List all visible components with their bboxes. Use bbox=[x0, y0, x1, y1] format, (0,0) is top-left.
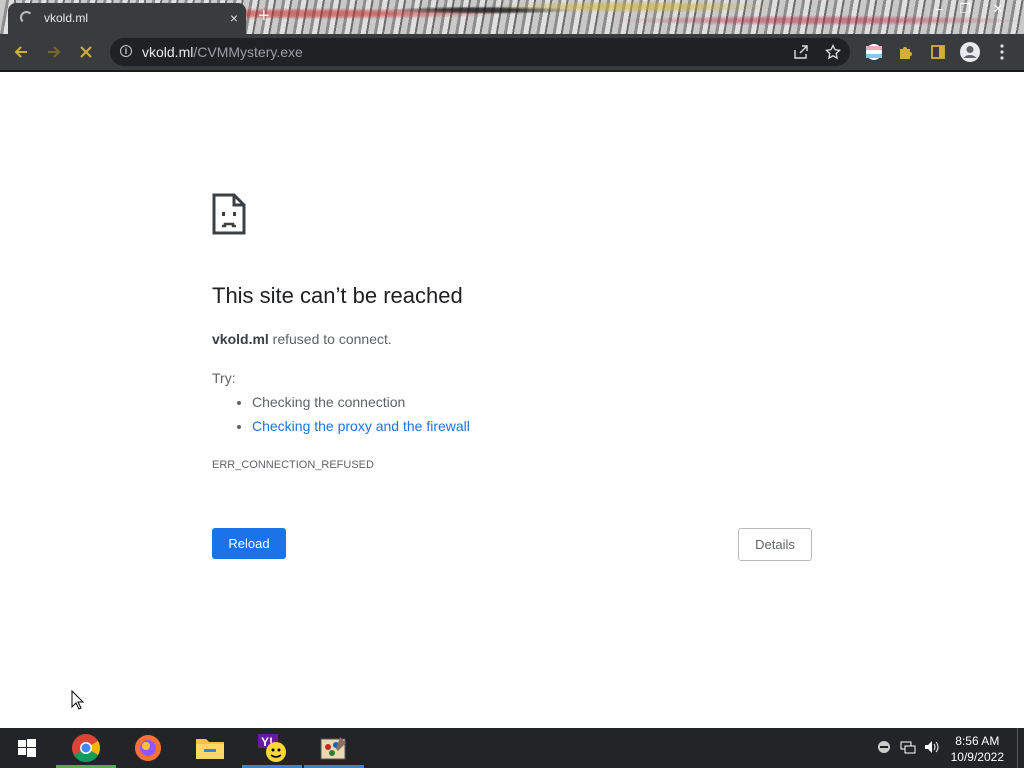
suggestion-item: Checking the proxy and the firewall bbox=[252, 414, 470, 438]
side-panel-icon bbox=[931, 45, 945, 59]
try-label: Try: bbox=[212, 370, 236, 386]
share-button[interactable] bbox=[790, 41, 812, 63]
restore-button[interactable]: ❐ bbox=[950, 0, 980, 18]
taskbar-file-explorer[interactable] bbox=[180, 728, 240, 768]
flag-extension-icon bbox=[866, 44, 882, 60]
browser-toolbar: i vkold.ml/CVMMystery.exe bbox=[0, 34, 1024, 70]
share-icon bbox=[794, 45, 808, 59]
show-desktop-button[interactable] bbox=[1017, 728, 1024, 768]
mouse-pointer-icon bbox=[71, 690, 85, 710]
start-icon bbox=[18, 739, 36, 757]
back-arrow-icon bbox=[14, 46, 27, 58]
paint-app-icon bbox=[320, 737, 346, 760]
url-path: /CVMMystery.exe bbox=[193, 44, 303, 60]
forward-arrow-icon bbox=[48, 46, 61, 58]
file-explorer-icon bbox=[196, 739, 224, 759]
firefox-icon bbox=[135, 735, 161, 761]
tab-title: vkold.ml bbox=[44, 11, 89, 25]
chrome-icon bbox=[72, 734, 100, 762]
taskbar-chrome[interactable] bbox=[56, 728, 116, 768]
profile-flag-button[interactable] bbox=[863, 41, 885, 63]
puzzle-icon bbox=[900, 47, 912, 59]
yahoo-messenger-icon: Y! bbox=[258, 734, 286, 762]
stop-loading-button[interactable] bbox=[75, 41, 97, 63]
taskbar: Y! 8:56 AM 10/9/2022 bbox=[0, 728, 1024, 768]
sad-document-icon bbox=[212, 193, 246, 235]
error-heading: This site can’t be reached bbox=[212, 283, 463, 308]
clock-date: 10/9/2022 bbox=[950, 750, 1004, 764]
address-bar[interactable]: i vkold.ml/CVMMystery.exe bbox=[110, 38, 850, 66]
taskbar-paint-app[interactable] bbox=[304, 728, 364, 768]
menu-button[interactable] bbox=[991, 41, 1013, 63]
details-button[interactable]: Details bbox=[738, 528, 812, 561]
window-close-button[interactable]: ✕ bbox=[983, 0, 1013, 18]
error-host: vkold.ml bbox=[212, 331, 269, 347]
system-clock[interactable]: 8:56 AM 10/9/2022 bbox=[951, 733, 1004, 765]
close-x-icon bbox=[80, 46, 92, 58]
tab-close-icon[interactable]: × bbox=[230, 9, 238, 27]
error-code: ERR_CONNECTION_REFUSED bbox=[212, 459, 374, 471]
taskbar-firefox[interactable] bbox=[118, 728, 178, 768]
forward-button[interactable] bbox=[43, 41, 65, 63]
star-icon bbox=[825, 44, 841, 60]
site-info-icon[interactable]: i bbox=[120, 45, 132, 57]
extensions-button[interactable] bbox=[895, 41, 917, 63]
tab-strip: vkold.ml × + – ❐ ✕ bbox=[0, 0, 1024, 34]
error-message: vkold.ml refused to connect. bbox=[212, 331, 392, 347]
start-button[interactable] bbox=[0, 728, 54, 768]
kebab-menu-icon bbox=[1000, 44, 1004, 60]
error-message-suffix: refused to connect. bbox=[268, 331, 392, 347]
proxy-firewall-link[interactable]: Checking the proxy and the firewall bbox=[252, 418, 470, 434]
loading-spinner-icon bbox=[20, 11, 33, 24]
bookmark-button[interactable] bbox=[822, 41, 844, 63]
side-panel-button[interactable] bbox=[927, 41, 949, 63]
suggestion-list: Checking the connection Checking the pro… bbox=[212, 390, 470, 438]
tray-network-status-icon[interactable] bbox=[876, 740, 892, 756]
url-text[interactable]: vkold.ml/CVMMystery.exe bbox=[142, 44, 303, 60]
avatar-icon bbox=[960, 42, 980, 62]
taskbar-yahoo-messenger[interactable]: Y! bbox=[242, 728, 302, 768]
url-host: vkold.ml bbox=[142, 44, 194, 60]
tray-network-icon[interactable] bbox=[900, 740, 916, 756]
new-tab-button[interactable]: + bbox=[258, 5, 270, 28]
suggestion-item: Checking the connection bbox=[252, 390, 470, 414]
browser-tab[interactable]: vkold.ml × bbox=[8, 3, 246, 34]
reload-button[interactable]: Reload bbox=[212, 528, 286, 559]
clock-time: 8:56 AM bbox=[955, 734, 1000, 748]
back-button[interactable] bbox=[10, 41, 32, 63]
tray-volume-icon[interactable] bbox=[924, 740, 940, 756]
error-page: This site can’t be reached vkold.ml refu… bbox=[0, 72, 1024, 728]
profile-avatar[interactable] bbox=[959, 41, 981, 63]
